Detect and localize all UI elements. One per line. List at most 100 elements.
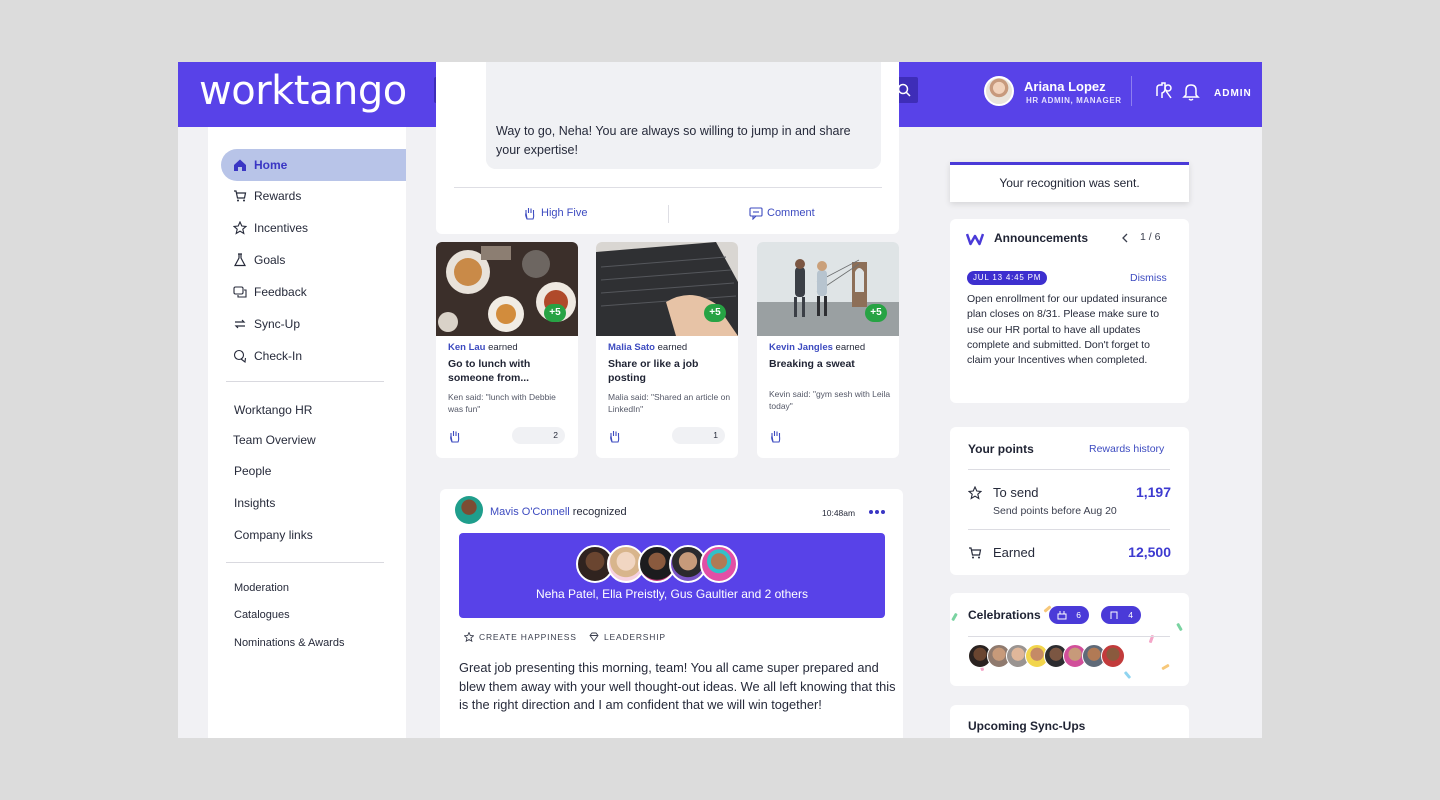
recipients-banner[interactable]: Neha Patel, Ella Preistly, Gus Gaultier … — [459, 533, 885, 618]
value-tag[interactable]: CREATE HAPPINESS — [464, 632, 577, 642]
birthdays-count: 6 — [1076, 610, 1081, 620]
recognition-sent-toast: Your recognition was sent. — [950, 162, 1189, 202]
confetti — [1176, 622, 1183, 632]
earner-line: Ken Lau earned — [448, 342, 518, 353]
confetti — [1123, 670, 1132, 680]
activity-quote: Kevin said: "gym sesh with Leila today" — [769, 389, 891, 411]
earner-line: Kevin Jangles earned — [769, 342, 865, 353]
divider — [668, 205, 669, 223]
comment-label: Comment — [767, 207, 815, 219]
sidebar-item-moderation[interactable]: Moderation — [234, 582, 289, 594]
feedback-icon — [233, 286, 247, 298]
bell-icon[interactable] — [1180, 80, 1202, 102]
birthdays-pill[interactable]: 6 — [1049, 606, 1089, 624]
post-time: 10:48am — [822, 508, 856, 518]
sidebar-item-insights[interactable]: Insights — [234, 496, 275, 510]
cart-icon — [234, 190, 247, 202]
activity-title: Share or like a job posting — [608, 358, 699, 384]
hand-icon — [525, 208, 535, 220]
sidebar-divider — [226, 562, 384, 563]
avatar[interactable] — [1101, 644, 1125, 668]
runners-photo: +5 — [757, 242, 899, 336]
dismiss-link[interactable]: Dismiss — [1130, 272, 1167, 284]
rewards-history-link[interactable]: Rewards history — [1089, 443, 1164, 455]
post-message: Great job presenting this morning, team!… — [459, 660, 896, 712]
sidebar-item-goals[interactable]: Goals — [221, 244, 406, 276]
star-icon — [233, 221, 247, 235]
star-icon — [968, 486, 982, 500]
sidebar-item-worktango-hr[interactable]: Worktango HR — [234, 403, 312, 417]
earner-line: Malia Sato earned — [608, 342, 687, 353]
sidebar-item-label: Goals — [254, 253, 286, 267]
sidebar-item-catalogues[interactable]: Catalogues — [234, 609, 290, 621]
divider — [968, 636, 1170, 637]
recipients-names: Neha Patel, Ella Preistly, Gus Gaultier … — [536, 587, 808, 601]
earned-verb: earned — [655, 342, 688, 353]
sidebar-item-people[interactable]: People — [234, 464, 271, 478]
announcement-date: JUL 13 4:45 PM — [967, 271, 1048, 285]
sidebar-item-nominations-awards[interactable]: Nominations & Awards — [234, 637, 344, 649]
diamond-icon — [589, 632, 599, 642]
to-send-label: To send — [993, 485, 1039, 500]
sidebar-item-incentives[interactable]: Incentives — [221, 212, 406, 244]
anniversary-icon — [1110, 611, 1118, 619]
activity-quote: Malia said: "Shared an article on Linked… — [608, 392, 731, 414]
sidebar-item-label: Home — [254, 158, 288, 172]
post-author[interactable]: Mavis O'Connell — [490, 506, 570, 518]
sidebar-item-label: Check-In — [254, 349, 303, 363]
earner-name[interactable]: Ken Lau — [448, 342, 485, 353]
comment-text: Way to go, Neha! You are always so willi… — [496, 124, 851, 157]
celebrations-card[interactable]: Celebrations 6 4 — [950, 593, 1189, 686]
activity-title: Go to lunch with someone from... — [448, 358, 531, 384]
to-send-value: 1,197 — [1135, 484, 1171, 500]
avatar[interactable] — [455, 496, 483, 524]
sidebar: Home Rewards Incentives Goals Feedback S… — [208, 127, 406, 738]
worktango-logo[interactable]: worktango — [199, 68, 407, 114]
post-author-line: Mavis O'Connell recognized — [490, 506, 627, 518]
high-five-icon[interactable] — [448, 429, 462, 443]
earned-value: 12,500 — [1128, 544, 1171, 560]
high-five-count: 2 — [512, 427, 565, 444]
sidebar-item-feedback[interactable]: Feedback — [221, 276, 406, 308]
give-recognition-icon[interactable] — [1153, 80, 1175, 102]
earned-verb: earned — [832, 342, 866, 353]
points-card: Your points Rewards history To send 1,19… — [950, 427, 1189, 575]
earner-name[interactable]: Malia Sato — [608, 342, 655, 353]
points-badge: +5 — [704, 304, 726, 322]
value-tag-label: CREATE HAPPINESS — [479, 632, 577, 642]
activity-card[interactable]: +5 Kevin Jangles earned Breaking a sweat… — [757, 242, 899, 458]
activity-card[interactable]: +5 Malia Sato earned Share or like a job… — [596, 242, 738, 458]
more-options-icon[interactable] — [868, 509, 886, 515]
chevron-left-icon[interactable] — [1121, 233, 1129, 243]
activity-title: Breaking a sweat — [769, 358, 855, 370]
avatar[interactable] — [984, 76, 1014, 106]
app-window: worktango Ariana Lopez HR ADMIN, MANAGER… — [178, 62, 1262, 738]
value-tag[interactable]: LEADERSHIP — [589, 632, 666, 642]
comment-button[interactable]: Comment — [749, 206, 815, 220]
earned-label: Earned — [993, 545, 1035, 560]
activity-card[interactable]: +5 Ken Lau earned Go to lunch with someo… — [436, 242, 578, 458]
earner-name[interactable]: Kevin Jangles — [769, 342, 833, 353]
confetti — [1161, 663, 1170, 671]
avatar[interactable] — [700, 545, 738, 583]
sidebar-item-team-overview[interactable]: Team Overview — [233, 433, 316, 447]
sidebar-item-home[interactable]: Home — [221, 149, 406, 181]
sidebar-item-rewards[interactable]: Rewards — [221, 180, 406, 212]
to-send-note: Send points before Aug 20 — [993, 505, 1117, 517]
sync-ups-card: Upcoming Sync-Ups — [950, 705, 1189, 738]
points-badge: +5 — [865, 304, 887, 322]
announcements-title: Announcements — [994, 231, 1089, 245]
sidebar-item-company-links[interactable]: Company links — [234, 528, 313, 542]
announcements-card: Announcements 1 / 6 JUL 13 4:45 PM Dismi… — [950, 219, 1189, 403]
sidebar-item-check-in[interactable]: Check-In — [221, 340, 406, 372]
worktango-w-icon — [966, 233, 984, 246]
sidebar-item-sync-up[interactable]: Sync-Up — [221, 308, 406, 340]
user-role: HR ADMIN, MANAGER — [1026, 96, 1122, 105]
cake-icon — [1057, 611, 1067, 620]
high-five-icon[interactable] — [608, 429, 622, 443]
anniversaries-pill[interactable]: 4 — [1101, 606, 1141, 624]
admin-link[interactable]: ADMIN — [1214, 88, 1252, 99]
high-five-icon[interactable] — [769, 429, 783, 443]
high-five-button[interactable]: High Five — [523, 206, 587, 220]
card-divider — [454, 187, 882, 188]
